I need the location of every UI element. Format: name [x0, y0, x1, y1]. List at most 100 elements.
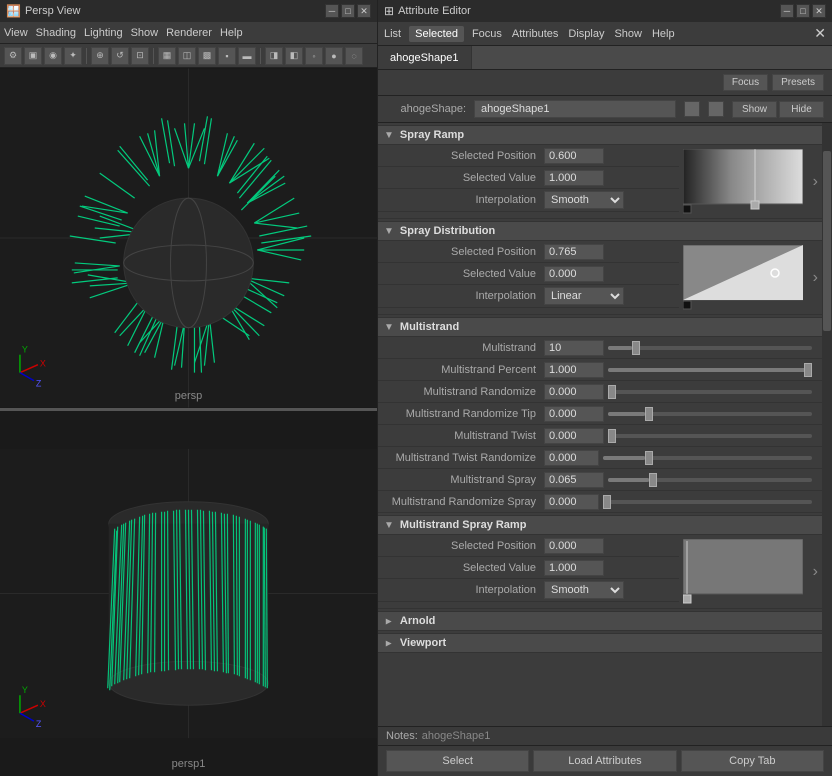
spray-ramp-interp-select[interactable]: Smooth Linear Spline: [544, 191, 624, 209]
attr-menu-selected[interactable]: Selected: [409, 26, 464, 42]
toolbar-btn-3[interactable]: ◉: [44, 47, 62, 65]
multistrand-row-4: Multistrand Twist: [378, 425, 822, 447]
attr-menu-help[interactable]: Help: [650, 28, 677, 40]
attr-node-input[interactable]: [474, 100, 676, 118]
ms-spray-ramp-val-input[interactable]: [544, 560, 604, 576]
toolbar-btn-16[interactable]: ●: [325, 47, 343, 65]
menu-help[interactable]: Help: [220, 27, 243, 39]
multistrand-slider-6[interactable]: [608, 478, 812, 482]
toolbar-btn-7[interactable]: ⊡: [131, 47, 149, 65]
multistrand-slider-1[interactable]: [608, 368, 812, 372]
arnold-title: Arnold: [400, 615, 435, 627]
attr-color-btn-2[interactable]: [708, 101, 724, 117]
menu-show[interactable]: Show: [131, 27, 159, 39]
spray-ramp-val-input[interactable]: [544, 170, 604, 186]
spray-dist-section-header[interactable]: ▼ Spray Distribution: [378, 221, 822, 241]
multistrand-slider-4[interactable]: [608, 434, 812, 438]
toolbar-btn-4[interactable]: ✦: [64, 47, 82, 65]
multistrand-section-header[interactable]: ▼ Multistrand: [378, 317, 822, 337]
persp-minimize-btn[interactable]: ─: [325, 4, 339, 18]
toolbar-btn-8[interactable]: ▦: [158, 47, 176, 65]
show-btn[interactable]: Show: [732, 101, 777, 118]
persp-maximize-btn[interactable]: □: [341, 4, 355, 18]
multistrand-spray-ramp-header[interactable]: ▼ Multistrand Spray Ramp: [378, 515, 822, 535]
toolbar-btn-5[interactable]: ⊕: [91, 47, 109, 65]
load-attributes-btn[interactable]: Load Attributes: [533, 750, 676, 772]
attr-panel-close-btn[interactable]: ✕: [812, 25, 828, 42]
spray-ramp-arrow: ▼: [384, 130, 394, 141]
attr-close-btn[interactable]: ✕: [812, 4, 826, 18]
multistrand-input-5[interactable]: [544, 450, 599, 466]
multistrand-input-6[interactable]: [544, 472, 604, 488]
persp-view-title: Persp View: [25, 5, 80, 17]
toolbar-btn-9[interactable]: ◫: [178, 47, 196, 65]
spray-ramp-pos-input[interactable]: [544, 148, 604, 164]
spray-dist-pos-input[interactable]: [544, 244, 604, 260]
multistrand-slider-2[interactable]: [608, 390, 812, 394]
multistrand-label-7: Multistrand Randomize Spray: [384, 496, 544, 508]
select-btn[interactable]: Select: [386, 750, 529, 772]
multistrand-slider-3[interactable]: [608, 412, 812, 416]
ms-spray-ramp-nav-arrow[interactable]: ›: [809, 535, 822, 608]
multistrand-slider-7[interactable]: [603, 500, 812, 504]
multistrand-spray-ramp-content: Selected Position Selected Value Interpo…: [378, 535, 822, 609]
menu-lighting[interactable]: Lighting: [84, 27, 123, 39]
toolbar-btn-14[interactable]: ◧: [285, 47, 303, 65]
focus-btn[interactable]: Focus: [723, 74, 768, 91]
persp-close-btn[interactable]: ✕: [357, 4, 371, 18]
toolbar-btn-12[interactable]: ▬: [238, 47, 256, 65]
attr-menu-focus[interactable]: Focus: [470, 28, 504, 40]
attr-scroll-area[interactable]: ▼ Spray Ramp Selected Position Selected …: [378, 123, 822, 726]
multistrand-slider-5[interactable]: [603, 456, 812, 460]
toolbar-btn-1[interactable]: ⚙: [4, 47, 22, 65]
toolbar-btn-2[interactable]: ▣: [24, 47, 42, 65]
attr-menu-display[interactable]: Display: [566, 28, 606, 40]
ms-spray-ramp-interp-select[interactable]: Smooth Linear Spline: [544, 581, 624, 599]
toolbar-btn-17[interactable]: ◌: [345, 47, 363, 65]
copy-tab-btn[interactable]: Copy Tab: [681, 750, 824, 772]
menu-renderer[interactable]: Renderer: [166, 27, 212, 39]
spray-ramp-position-row: Selected Position: [378, 145, 679, 167]
attr-scrollbar[interactable]: [822, 123, 832, 726]
multistrand-row-3: Multistrand Randomize Tip: [378, 403, 822, 425]
ms-spray-ramp-val-label: Selected Value: [384, 562, 544, 574]
multistrand-input-1[interactable]: [544, 362, 604, 378]
toolbar-btn-15[interactable]: ◦: [305, 47, 323, 65]
attr-color-btn-1[interactable]: [684, 101, 700, 117]
spray-dist-arrow: ▼: [384, 226, 394, 237]
multistrand-label-5: Multistrand Twist Randomize: [384, 452, 544, 464]
multistrand-input-7[interactable]: [544, 494, 599, 510]
toolbar-btn-10[interactable]: ▩: [198, 47, 216, 65]
attr-menu-list[interactable]: List: [382, 28, 403, 40]
spray-ramp-section-header[interactable]: ▼ Spray Ramp: [378, 125, 822, 145]
toolbar-btn-11[interactable]: ▪: [218, 47, 236, 65]
arnold-arrow: ▼: [383, 616, 394, 626]
hide-btn[interactable]: Hide: [779, 101, 824, 118]
attr-maximize-btn[interactable]: □: [796, 4, 810, 18]
viewport-persp1[interactable]: X Y Z persp1: [0, 411, 377, 776]
spray-dist-nav-arrow[interactable]: ›: [809, 241, 822, 314]
toolbar-btn-6[interactable]: ↺: [111, 47, 129, 65]
spray-ramp-nav-arrow[interactable]: ›: [809, 145, 822, 218]
spray-dist-interp-select[interactable]: Linear Smooth Spline: [544, 287, 624, 305]
viewport-section-header[interactable]: ▼ Viewport: [378, 633, 822, 653]
viewport-persp[interactable]: X Y Z persp: [0, 68, 377, 408]
spray-dist-val-input[interactable]: [544, 266, 604, 282]
multistrand-input-2[interactable]: [544, 384, 604, 400]
attr-menu-attributes[interactable]: Attributes: [510, 28, 560, 40]
attr-minimize-btn[interactable]: ─: [780, 4, 794, 18]
multistrand-input-0[interactable]: [544, 340, 604, 356]
menu-view[interactable]: View: [4, 27, 28, 39]
presets-btn[interactable]: Presets: [772, 74, 824, 91]
attr-menu-show[interactable]: Show: [612, 28, 644, 40]
attr-tab-ahogeshape1[interactable]: ahogeShape1: [378, 46, 472, 69]
svg-text:Z: Z: [36, 719, 42, 729]
menu-shading[interactable]: Shading: [36, 27, 76, 39]
arnold-section-header[interactable]: ▼ Arnold: [378, 611, 822, 631]
ms-spray-ramp-pos-input[interactable]: [544, 538, 604, 554]
multistrand-slider-0[interactable]: [608, 346, 812, 350]
viewport2-label: persp1: [172, 758, 206, 770]
multistrand-input-4[interactable]: [544, 428, 604, 444]
multistrand-input-3[interactable]: [544, 406, 604, 422]
toolbar-btn-13[interactable]: ◨: [265, 47, 283, 65]
